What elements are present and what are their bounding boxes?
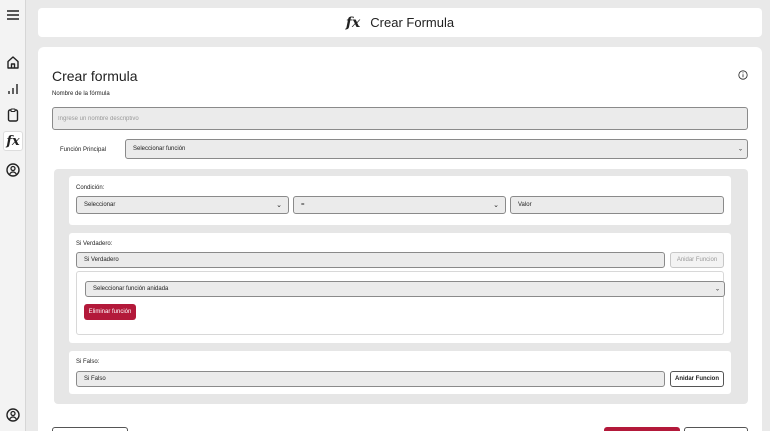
save-button[interactable] xyxy=(604,427,680,431)
if-true-box: Si Verdadero: Si Verdadero Anidar Funcio… xyxy=(69,233,731,343)
condition-value-input[interactable]: Valor xyxy=(510,196,724,214)
formula-name-input[interactable] xyxy=(52,107,748,130)
menu-icon[interactable] xyxy=(3,5,23,25)
nested-function-select[interactable]: Seleccionar función anidada ⌄ xyxy=(85,281,725,297)
delete-function-button[interactable]: Eliminar función xyxy=(84,304,136,320)
page-title: Crear Formula xyxy=(370,15,455,30)
nest-function-button[interactable]: Anidar Funcion xyxy=(670,252,724,268)
condition-box: Condición: Seleccionar ⌄ = ⌄ Valor xyxy=(69,176,731,225)
function-icon: fx xyxy=(345,14,361,31)
cancel-button[interactable] xyxy=(684,427,748,431)
nested-function-box: Seleccionar función anidada ⌄ Eliminar f… xyxy=(76,271,725,335)
if-false-label: Si Falso: xyxy=(76,359,100,365)
sidebar: fx xyxy=(0,0,26,431)
nest-function-button[interactable]: Anidar Funcion xyxy=(670,371,724,387)
account-icon[interactable] xyxy=(3,405,23,425)
condition-label: Condición: xyxy=(76,185,105,191)
if-false-input[interactable]: Si Falso xyxy=(76,371,665,387)
home-icon[interactable] xyxy=(3,52,23,72)
if-true-input[interactable]: Si Verdadero xyxy=(76,252,665,268)
chevron-down-icon: ⌄ xyxy=(493,202,499,209)
formula-panel: Crear formula Nombre de la fórmula Funci… xyxy=(38,47,762,431)
function-icon[interactable]: fx xyxy=(3,131,23,151)
info-icon[interactable] xyxy=(738,70,748,80)
main-function-select[interactable]: Seleccionar función ⌄ xyxy=(125,139,748,159)
clipboard-icon[interactable] xyxy=(3,105,23,125)
header-bar: fx Crear Formula xyxy=(38,8,762,37)
bar-chart-icon[interactable] xyxy=(3,79,23,99)
back-button[interactable] xyxy=(52,427,128,431)
condition-field-select[interactable]: Seleccionar ⌄ xyxy=(76,196,289,214)
name-label: Nombre de la fórmula xyxy=(52,91,110,97)
chevron-down-icon: ⌄ xyxy=(714,286,720,293)
if-true-label: Si Verdadero: xyxy=(76,241,113,247)
user-circle-icon[interactable] xyxy=(3,160,23,180)
if-false-box: Si Falso: Si Falso Anidar Funcion xyxy=(69,351,731,394)
main-function-label: Función Principal xyxy=(60,147,107,153)
chevron-down-icon: ⌄ xyxy=(276,202,282,209)
form-title: Crear formula xyxy=(52,68,138,84)
condition-operator-select[interactable]: = ⌄ xyxy=(293,196,506,214)
function-config-section: Condición: Seleccionar ⌄ = ⌄ Valor Si Ve… xyxy=(54,169,748,404)
chevron-down-icon: ⌄ xyxy=(737,146,743,153)
